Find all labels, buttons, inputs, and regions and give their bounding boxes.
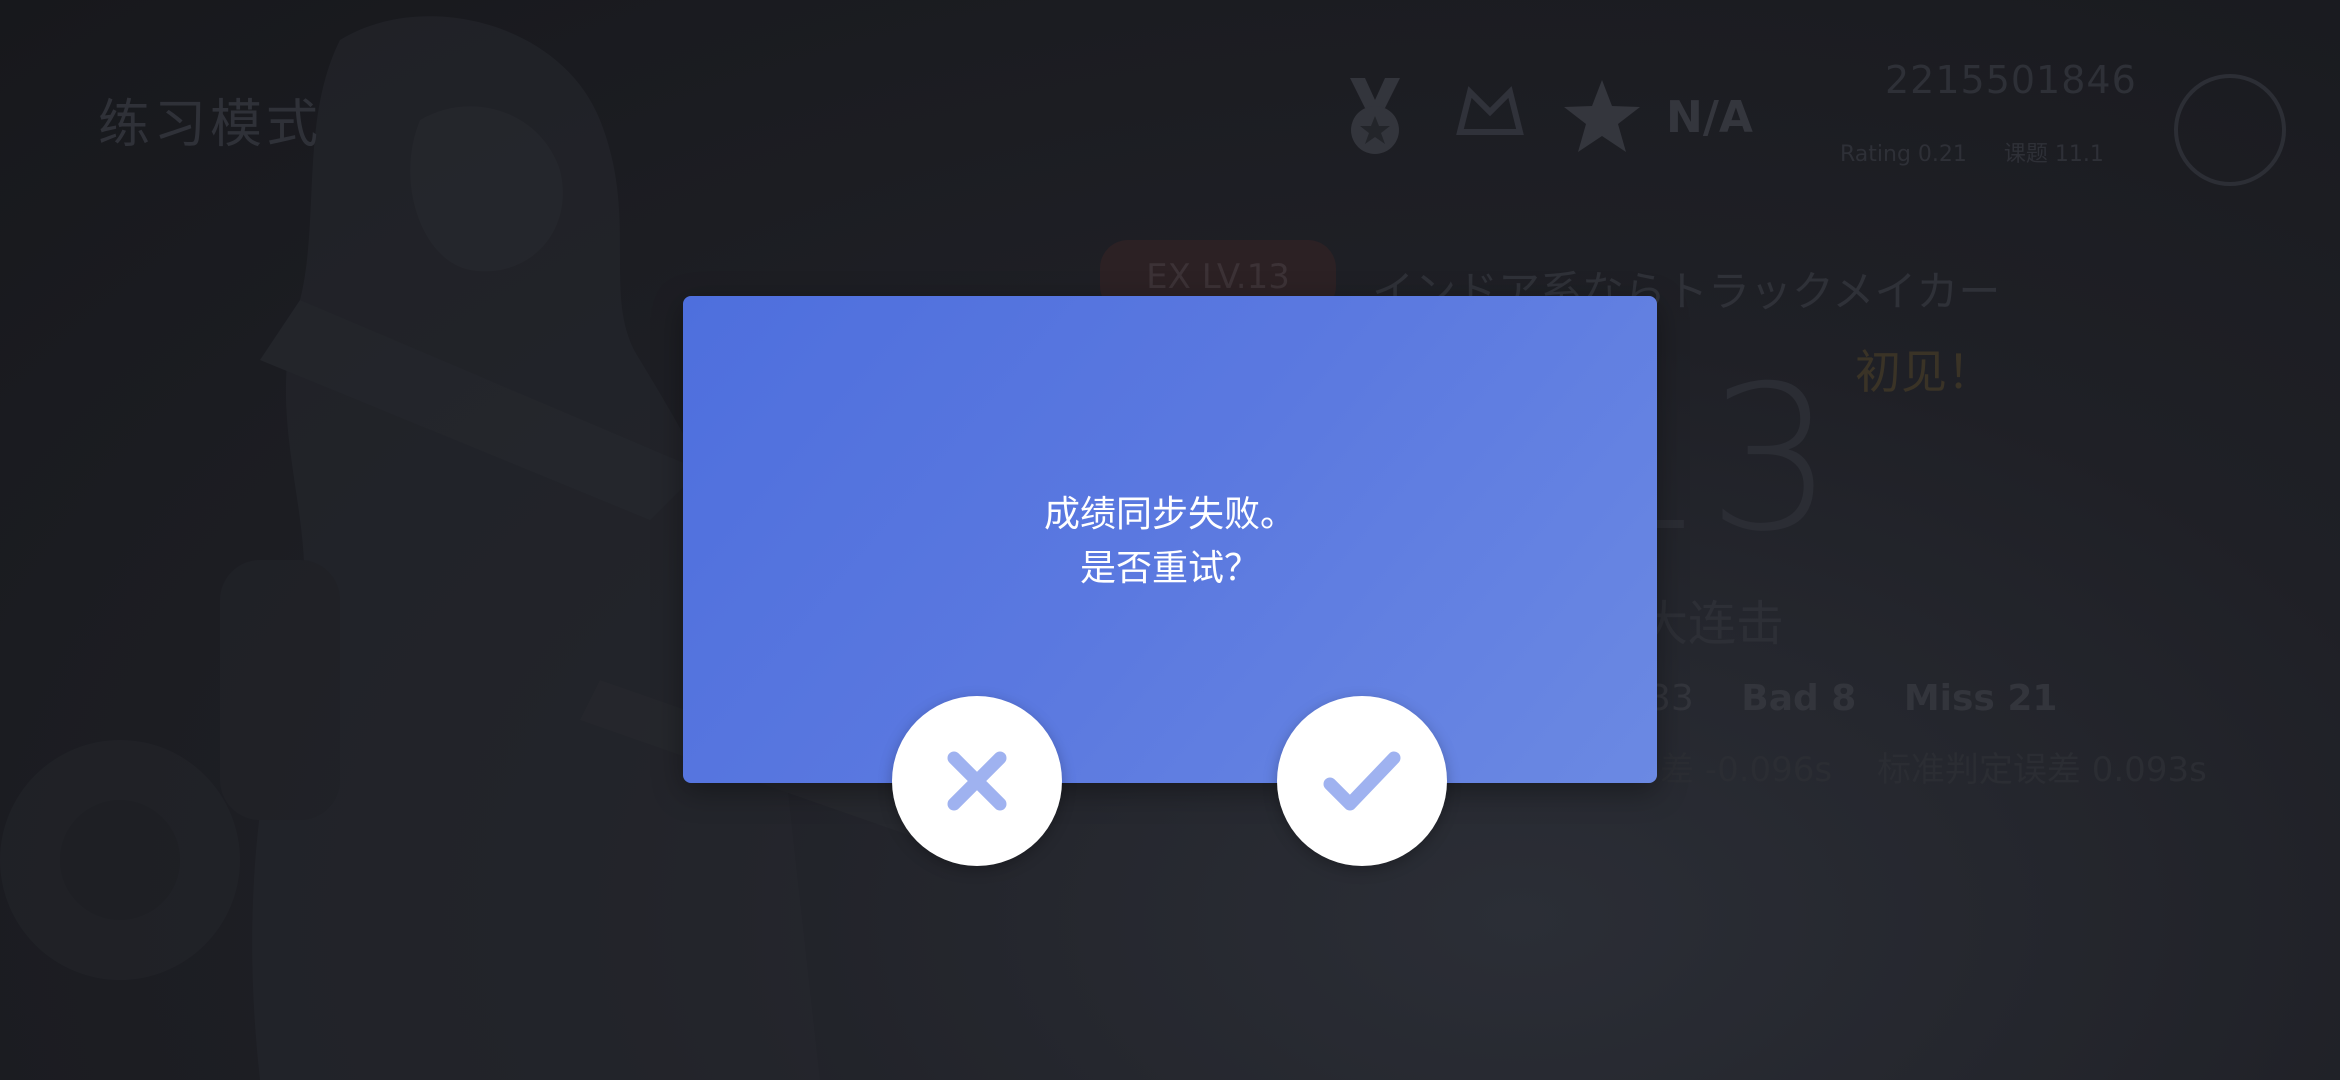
rating-row: Rating 0.21 课题 11.1 xyxy=(1840,136,2134,168)
confirm-button[interactable] xyxy=(1277,696,1447,866)
timing-error-row: 差 -0.096s 标准判定误差 0.093s xyxy=(1660,742,2241,791)
result-screen: 练习模式 N/A 2215501846 Rating 0.21 课题 11.1 … xyxy=(0,0,2340,1080)
sync-failed-dialog: 成绩同步失败。 是否重试？ xyxy=(683,296,1657,783)
mode-title: 练习模式 xyxy=(98,95,323,155)
judgement-bad: Bad 8 xyxy=(1741,678,1857,719)
cancel-button[interactable] xyxy=(892,696,1062,866)
judgement-miss: Miss 21 xyxy=(1903,678,2058,719)
rating-value: Rating 0.21 xyxy=(1840,142,1967,167)
close-icon xyxy=(947,751,1007,811)
star-icon xyxy=(1564,80,1640,152)
medal-icon xyxy=(1350,78,1400,154)
crown-icon xyxy=(1456,86,1524,135)
dialog-message-line2: 是否重试？ xyxy=(1079,548,1260,589)
player-id: 2215501846 xyxy=(1885,58,2137,102)
average-error: 差 -0.096s xyxy=(1660,750,1833,790)
judgement-row: 33 Bad 8 Miss 21 xyxy=(1648,678,2093,719)
rating-extra: 课题 11.1 xyxy=(2003,142,2104,167)
standard-error: 标准判定误差 0.093s xyxy=(1876,750,2207,790)
dialog-message-line1: 成绩同步失败。 xyxy=(1043,494,1296,535)
avatar[interactable] xyxy=(2174,74,2286,186)
first-play-tag: 初见！ xyxy=(1855,345,1993,399)
dialog-message: 成绩同步失败。 是否重试？ xyxy=(683,488,1657,596)
checkmark-icon xyxy=(1323,751,1401,811)
rank-value: N/A xyxy=(1666,92,1753,143)
combo-label: 大连击 xyxy=(1640,596,1785,652)
